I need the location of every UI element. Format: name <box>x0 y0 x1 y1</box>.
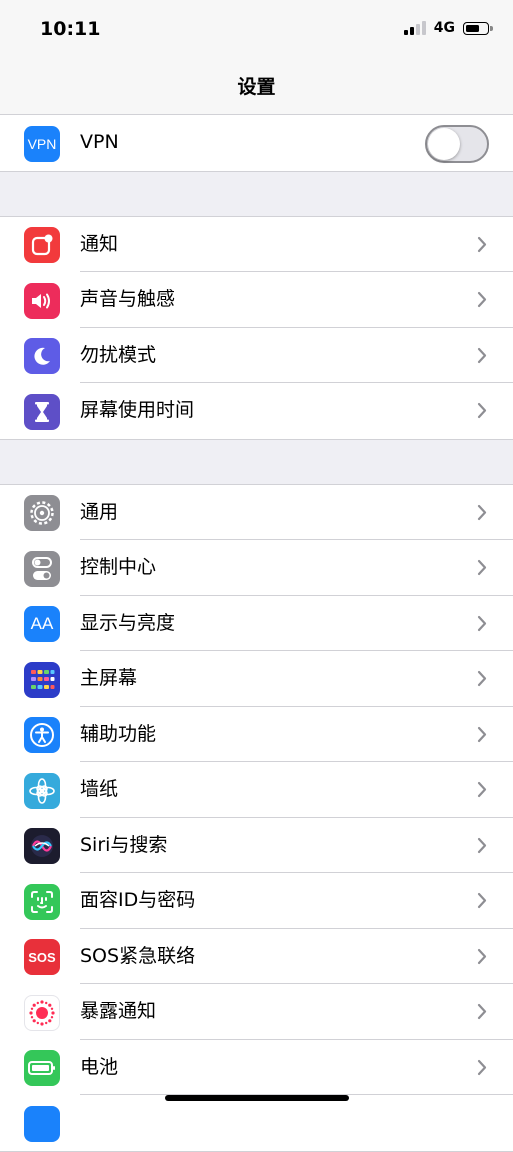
moon-icon <box>24 338 60 374</box>
navigation-bar: 设置 <box>0 60 513 115</box>
accessibility-label: 辅助功能 <box>80 722 157 745</box>
battery-row[interactable]: 电池 <box>0 1040 513 1095</box>
emergency-sos-row[interactable]: SOS SOS紧急联络 <box>0 929 513 984</box>
chevron-right-icon <box>477 615 487 631</box>
siri-icon <box>24 828 60 864</box>
vpn-toggle[interactable] <box>425 125 489 163</box>
vpn-row[interactable]: VPN VPN <box>0 115 513 171</box>
general-label: 通用 <box>80 500 119 523</box>
accessibility-row[interactable]: 辅助功能 <box>0 707 513 762</box>
face-id-passcode-label: 面容ID与密码 <box>80 889 196 911</box>
chevron-right-icon <box>477 402 487 419</box>
notifications-icon <box>24 227 60 263</box>
gear-icon <box>24 495 60 531</box>
do-not-disturb-row[interactable]: 勿扰模式 <box>0 328 513 383</box>
control-center-row[interactable]: 控制中心 <box>0 540 513 596</box>
settings-group-general: 通用 控制中心 AA 显示与亮度 主屏幕 辅助功能 墙纸 Siri与搜索 面容I… <box>0 483 513 1152</box>
control-center-label: 控制中心 <box>80 556 157 578</box>
chevron-right-icon <box>477 236 487 252</box>
chevron-right-icon <box>477 726 487 742</box>
screen-time-label: 屏幕使用时间 <box>80 399 195 421</box>
general-row[interactable]: 通用 <box>0 485 513 540</box>
battery-icon <box>24 1050 60 1086</box>
vpn-icon: VPN <box>24 125 60 162</box>
home-screen-row[interactable]: 主屏幕 <box>0 651 513 707</box>
partial-next-row[interactable] <box>0 1095 513 1151</box>
section-gap <box>0 171 513 216</box>
chevron-right-icon <box>477 1003 487 1020</box>
network-type: 4G <box>433 20 455 36</box>
emergency-sos-label: SOS紧急联络 <box>80 944 196 967</box>
chevron-right-icon <box>477 504 487 520</box>
status-bar: 10:11 4G <box>0 0 513 60</box>
status-indicators: 4G <box>403 20 493 36</box>
settings-list: VPN VPN 通知 声音与触感 勿扰模式 屏幕使用时间 通用 控制中心 AA … <box>0 115 513 1152</box>
sounds-label: 声音与触感 <box>80 288 176 310</box>
speaker-icon <box>24 282 60 319</box>
chevron-right-icon <box>477 781 487 798</box>
siri-search-row[interactable]: Siri与搜索 <box>0 818 513 873</box>
chevron-right-icon <box>477 948 487 964</box>
exposure-icon <box>24 994 60 1031</box>
chevron-right-icon <box>477 670 487 687</box>
face-id-icon <box>24 883 60 920</box>
chevron-right-icon <box>477 559 487 576</box>
exposure-notifications-label: 暴露通知 <box>80 1000 157 1022</box>
app-grid-icon <box>24 661 60 698</box>
do-not-disturb-label: 勿扰模式 <box>80 343 157 366</box>
chevron-right-icon <box>477 291 487 308</box>
battery-status-icon <box>463 21 493 35</box>
cellular-signal-icon <box>403 21 426 35</box>
screen-time-row[interactable]: 屏幕使用时间 <box>0 383 513 439</box>
notifications-row[interactable]: 通知 <box>0 217 513 272</box>
section-gap <box>0 439 513 484</box>
wallpaper-row[interactable]: 墙纸 <box>0 762 513 818</box>
accessibility-icon <box>24 717 60 753</box>
notifications-label: 通知 <box>80 232 119 255</box>
flower-icon <box>24 772 60 809</box>
switches-icon <box>24 550 60 587</box>
battery-label: 电池 <box>80 1055 119 1078</box>
sounds-row[interactable]: 声音与触感 <box>0 272 513 328</box>
exposure-notifications-row[interactable]: 暴露通知 <box>0 984 513 1040</box>
vpn-label: VPN <box>80 131 119 153</box>
text-size-icon: AA <box>24 606 60 642</box>
settings-group-notifications: 通知 声音与触感 勿扰模式 屏幕使用时间 <box>0 215 513 440</box>
chevron-right-icon <box>477 347 487 363</box>
chevron-right-icon <box>477 892 487 909</box>
page-title: 设置 <box>237 76 276 98</box>
chevron-right-icon <box>477 1059 487 1075</box>
settings-group-vpn: VPN VPN <box>0 115 513 172</box>
hourglass-icon <box>24 393 60 430</box>
chevron-right-icon <box>477 837 487 853</box>
display-brightness-label: 显示与亮度 <box>80 611 176 634</box>
home-screen-label: 主屏幕 <box>80 667 138 689</box>
display-brightness-row[interactable]: AA 显示与亮度 <box>0 596 513 651</box>
face-id-passcode-row[interactable]: 面容ID与密码 <box>0 873 513 929</box>
sos-icon: SOS <box>24 939 60 975</box>
status-time: 10:11 <box>40 18 101 40</box>
home-indicator[interactable] <box>165 1095 349 1101</box>
siri-search-label: Siri与搜索 <box>80 833 168 856</box>
wallpaper-label: 墙纸 <box>80 778 119 800</box>
